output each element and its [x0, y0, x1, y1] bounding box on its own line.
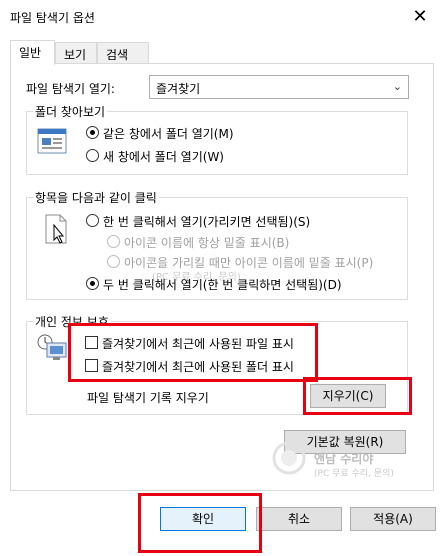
clear-history-label: 파일 탐색기 기록 지우기 [87, 391, 209, 405]
clear-history-button[interactable]: 지우기(C) [310, 384, 386, 408]
single-click-label: 한 번 클릭해서 열기(가리키면 선택됨)(S) [103, 215, 311, 229]
tab-view[interactable]: 보기 [55, 42, 97, 64]
ok-button[interactable]: 확인 [160, 507, 246, 531]
tab-search-label: 검색 [106, 48, 129, 62]
window-title: 파일 탐색기 옵션 [10, 11, 95, 25]
browse-folders-group: 폴더 찾아보기 [26, 103, 408, 175]
double-click-radio[interactable] [86, 277, 99, 290]
underline-hover-radio[interactable] [107, 255, 120, 268]
watermark-brand-sub: (PC 무료 수리, 문의) [314, 469, 394, 479]
recent-files-label: 즐겨찾기에서 최근에 사용된 파일 표시 [102, 337, 294, 351]
double-click-label: 두 번 클릭해서 열기(한 번 클릭하면 선택됨)(D) [103, 278, 342, 292]
click-items-legend: 항목을 다음과 같이 클릭 [33, 189, 159, 206]
tab-general[interactable]: 일반 [10, 40, 55, 65]
pointer-document-icon [44, 214, 70, 249]
watermark-logo [272, 441, 306, 478]
open-explorer-label: 파일 탐색기 열기: [26, 82, 115, 96]
close-icon[interactable]: ✕ [400, 2, 440, 32]
same-window-label: 같은 창에서 폴더 열기(M) [103, 127, 234, 141]
tab-view-label: 보기 [64, 48, 87, 62]
tab-search[interactable]: 검색 [97, 42, 149, 64]
folder-options-dialog: 파일 탐색기 옵션 ✕ 일반 보기 검색 파일 탐색기 열기: 즐겨찾기 ⌄ 폴… [0, 0, 444, 556]
watermark-brand: 앤남 수리야 [314, 452, 374, 466]
title-bar: 파일 탐색기 옵션 ✕ [0, 0, 444, 34]
recent-folders-checkbox[interactable] [85, 359, 98, 372]
underline-always-label: 아이콘 이름에 항상 밑줄 표시(B) [124, 236, 290, 250]
privacy-legend: 개인 정보 보호 [33, 313, 111, 330]
open-explorer-select[interactable]: 즐겨찾기 ⌄ [149, 75, 409, 99]
chevron-down-icon: ⌄ [392, 80, 402, 93]
single-click-radio[interactable] [86, 214, 99, 227]
recent-folders-label: 즐겨찾기에서 최근에 사용된 폴더 표시 [102, 360, 294, 374]
new-window-label: 새 창에서 폴더 열기(W) [103, 150, 224, 164]
recent-files-checkbox[interactable] [85, 336, 98, 349]
privacy-computer-icon [36, 333, 68, 366]
cancel-button[interactable]: 취소 [256, 507, 342, 531]
browse-folders-legend: 폴더 찾아보기 [33, 103, 108, 120]
open-explorer-value: 즐겨찾기 [156, 82, 201, 96]
underline-always-radio[interactable] [107, 235, 120, 248]
same-window-radio[interactable] [86, 126, 99, 139]
tab-general-label: 일반 [19, 46, 42, 60]
new-window-radio[interactable] [86, 149, 99, 162]
folder-window-icon [37, 128, 67, 157]
apply-button[interactable]: 적용(A) [350, 507, 436, 531]
